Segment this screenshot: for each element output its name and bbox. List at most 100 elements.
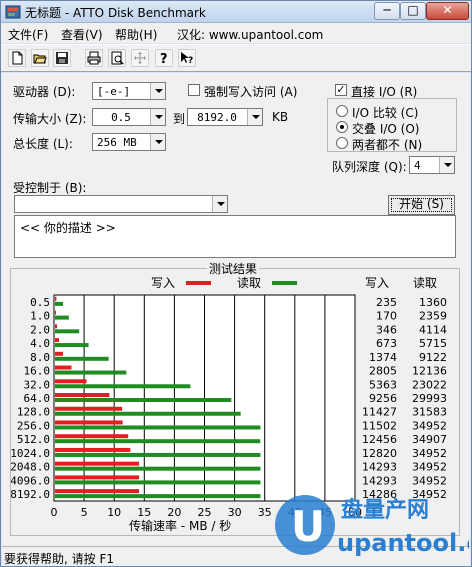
x-tick-label: 35 — [258, 506, 272, 519]
read-bar — [55, 480, 261, 485]
y-category-label: 1.0 — [30, 310, 50, 323]
write-value-label: 11427 — [362, 406, 397, 419]
title-bar[interactable]: 无标题 - ATTO Disk Benchmark ─ □ ✕ — [1, 1, 471, 23]
x-tick-label: 0 — [51, 506, 58, 519]
force-write-checkbox[interactable] — [188, 84, 200, 96]
column-header-write: 写入 — [365, 276, 389, 290]
read-bar — [55, 329, 80, 334]
read-bar — [55, 315, 69, 320]
menu-localized-credit: 汉化: www.upantool.com — [177, 28, 324, 42]
chevron-down-icon[interactable] — [212, 196, 227, 212]
read-value-label: 5715 — [419, 337, 447, 350]
io-compare-label: I/O 比较 (C) — [352, 106, 419, 120]
y-category-label: 1024.0 — [11, 447, 50, 460]
maximize-button[interactable]: □ — [400, 2, 426, 20]
y-category-label: 4096.0 — [11, 474, 50, 487]
read-bar — [55, 439, 261, 444]
x-tick-label: 10 — [107, 506, 121, 519]
open-folder-icon[interactable] — [31, 49, 49, 67]
io-compare-radio[interactable] — [336, 105, 348, 117]
read-bar — [55, 301, 64, 306]
read-value-label: 1360 — [419, 296, 447, 309]
write-bar — [55, 475, 140, 480]
chevron-down-icon[interactable] — [150, 109, 165, 125]
status-text: 要获得帮助, 请按 F1 — [4, 552, 114, 566]
write-bar — [55, 447, 131, 452]
move-icon[interactable] — [131, 49, 149, 67]
controlled-by-label: 受控制于 (B): — [13, 181, 87, 195]
print-icon[interactable] — [85, 49, 103, 67]
write-bar — [55, 379, 87, 384]
neither-label: 两者都不 (N) — [352, 138, 423, 152]
app-icon — [5, 5, 21, 19]
write-value-label: 12820 — [362, 447, 397, 460]
read-bar — [55, 384, 191, 389]
y-category-label: 32.0 — [24, 378, 51, 391]
menu-help[interactable]: 帮助(H) — [115, 26, 157, 43]
read-value-label: 4114 — [419, 323, 447, 336]
write-value-label: 1374 — [369, 351, 397, 364]
overlap-io-label: 交叠 I/O (O) — [352, 122, 420, 136]
chevron-down-icon[interactable] — [150, 134, 165, 150]
read-bar — [55, 370, 127, 375]
read-value-label: 9122 — [419, 351, 447, 364]
save-disk-icon[interactable] — [53, 49, 71, 67]
description-field[interactable]: << 你的描述 >> — [14, 215, 456, 258]
legend-read-swatch — [272, 281, 297, 285]
write-bar — [55, 420, 123, 425]
y-category-label: 0.5 — [30, 296, 50, 309]
toolbar: ? ? — [1, 44, 471, 72]
transfer-size-label: 传输大小 (Z): — [13, 112, 87, 126]
menu-view[interactable]: 查看(V) — [61, 26, 103, 43]
y-category-label: 8.0 — [30, 351, 50, 364]
queue-depth-select[interactable]: 4 — [409, 156, 455, 174]
overlap-io-radio[interactable] — [336, 121, 348, 133]
x-tick-label: 30 — [228, 506, 242, 519]
watermark-letter: U — [291, 502, 325, 551]
y-category-label: 256.0 — [17, 419, 50, 432]
new-document-icon[interactable] — [8, 49, 26, 67]
write-bar — [55, 338, 59, 343]
total-length-select[interactable]: 256 MB — [92, 133, 166, 151]
y-category-label: 16.0 — [24, 365, 51, 378]
y-category-label: 512.0 — [17, 433, 50, 446]
read-bar — [55, 398, 232, 402]
drive-select[interactable]: [-e-] — [92, 82, 166, 100]
read-value-label: 34907 — [412, 433, 447, 446]
svg-text:?: ? — [188, 56, 193, 65]
x-tick-label: 25 — [198, 506, 212, 519]
force-write-label: 强制写入访问 (A) — [204, 85, 298, 99]
queue-depth-label: 队列深度 (Q): — [332, 160, 407, 174]
write-bar — [55, 434, 129, 439]
chevron-down-icon[interactable] — [150, 83, 165, 99]
neither-radio[interactable] — [336, 137, 348, 149]
close-button[interactable]: ✕ — [426, 2, 469, 20]
watermark-url: upantool.com — [337, 529, 469, 557]
direct-io-checkbox[interactable]: ✓ — [335, 84, 347, 96]
write-bar — [55, 489, 139, 494]
read-bar — [55, 425, 261, 430]
write-value-label: 14293 — [362, 461, 397, 474]
transfer-from-select[interactable]: 0.5 — [92, 108, 166, 126]
print-preview-icon[interactable] — [108, 49, 126, 67]
start-button[interactable]: 开始 (S) — [388, 195, 455, 215]
help-question-icon[interactable]: ? — [155, 49, 173, 67]
write-value-label: 12456 — [362, 433, 397, 446]
context-help-icon[interactable]: ? — [178, 49, 196, 67]
write-bar — [55, 324, 58, 329]
write-value-label: 235 — [376, 296, 397, 309]
read-bar — [55, 356, 109, 361]
controlled-by-select[interactable] — [14, 195, 228, 213]
read-value-label: 29993 — [412, 392, 447, 405]
menu-file[interactable]: 文件(F) — [8, 26, 48, 43]
write-value-label: 346 — [376, 323, 397, 336]
write-value-label: 673 — [376, 337, 397, 350]
chevron-down-icon[interactable] — [439, 157, 454, 173]
minimize-button[interactable]: ─ — [374, 2, 400, 20]
write-bar — [55, 406, 123, 411]
y-category-label: 128.0 — [17, 406, 50, 419]
chevron-down-icon[interactable] — [247, 109, 262, 125]
read-bar — [55, 494, 261, 499]
write-bar — [55, 351, 64, 356]
transfer-to-select[interactable]: 8192.0 — [187, 108, 263, 126]
